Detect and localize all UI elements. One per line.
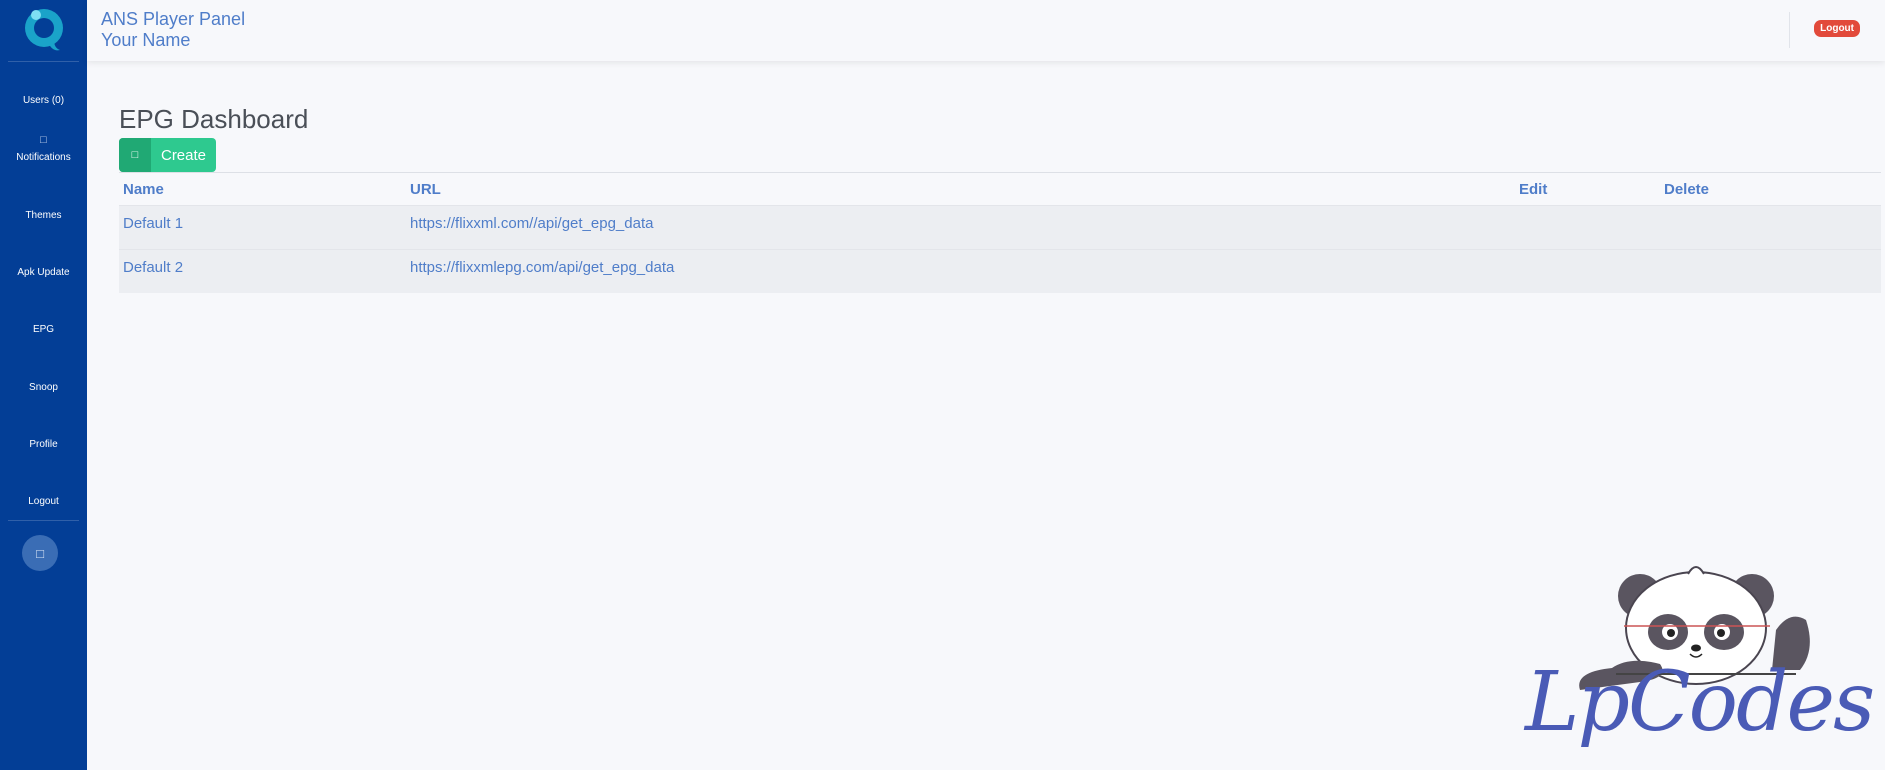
top-header: ANS Player Panel Your Name Logout <box>87 0 1885 61</box>
toggle-icon: □ <box>36 545 44 561</box>
sidebar-divider <box>8 520 79 521</box>
sidebar-item-label: Themes <box>25 210 62 221</box>
app-logo[interactable] <box>8 0 79 62</box>
table-row: Default 2 https://flixxmlepg.com/api/get… <box>119 249 1881 293</box>
sidebar-item-snoop[interactable]: Snoop <box>0 382 87 393</box>
plus-icon: □ <box>119 138 151 172</box>
table-header: Name URL Edit Delete <box>119 173 1881 205</box>
bell-icon: □ <box>40 134 47 146</box>
sidebar-item-label: Snoop <box>29 382 58 393</box>
sidebar-item-users[interactable]: Users (0) <box>0 95 87 106</box>
sidebar-item-label: EPG <box>32 324 55 335</box>
table-row: Default 1 https://flixxml.com//api/get_e… <box>119 205 1881 249</box>
sidebar-item-logout[interactable]: Logout <box>0 496 87 507</box>
sidebar-item-notifications[interactable]: □ Notifications <box>0 134 87 163</box>
logout-button[interactable]: Logout <box>1814 20 1860 37</box>
user-name: Your Name <box>101 30 191 50</box>
logo-icon <box>24 8 63 50</box>
sidebar-toggle-button[interactable]: □ <box>22 535 58 571</box>
sidebar-item-label: Notifications <box>16 152 71 163</box>
column-header-edit: Edit <box>1519 181 1548 198</box>
sidebar-item-epg[interactable]: EPG <box>0 324 87 335</box>
column-header-url: URL <box>410 181 441 198</box>
column-header-name: Name <box>123 181 164 198</box>
sidebar-item-label: Users (0) <box>22 95 65 106</box>
row-name-link[interactable]: Default 2 <box>123 259 183 276</box>
watermark-text: LpCodes <box>1525 655 1875 750</box>
sidebar: Users (0) □ Notifications Themes Apk Upd… <box>0 0 87 770</box>
row-name-link[interactable]: Default 1 <box>123 215 183 232</box>
sidebar-item-apk-update[interactable]: Apk Update <box>0 267 87 278</box>
sidebar-item-label: Logout <box>28 496 59 507</box>
app-title: ANS Player Panel <box>101 9 246 29</box>
header-divider <box>1789 12 1790 48</box>
row-url-link[interactable]: https://flixxml.com//api/get_epg_data <box>410 215 653 232</box>
epg-table: Name URL Edit Delete Default 1 https://f… <box>119 172 1881 293</box>
create-button[interactable]: □ Create <box>119 138 216 172</box>
create-button-label: Create <box>160 146 207 164</box>
sidebar-item-label: Apk Update <box>17 267 70 278</box>
column-header-delete: Delete <box>1664 181 1710 198</box>
sidebar-item-profile[interactable]: Profile <box>0 439 87 450</box>
page-title: EPG Dashboard <box>119 104 309 134</box>
sidebar-item-label: Profile <box>29 439 58 450</box>
row-url-link[interactable]: https://flixxmlepg.com/api/get_epg_data <box>410 259 674 276</box>
sidebar-item-themes[interactable]: Themes <box>0 210 87 221</box>
